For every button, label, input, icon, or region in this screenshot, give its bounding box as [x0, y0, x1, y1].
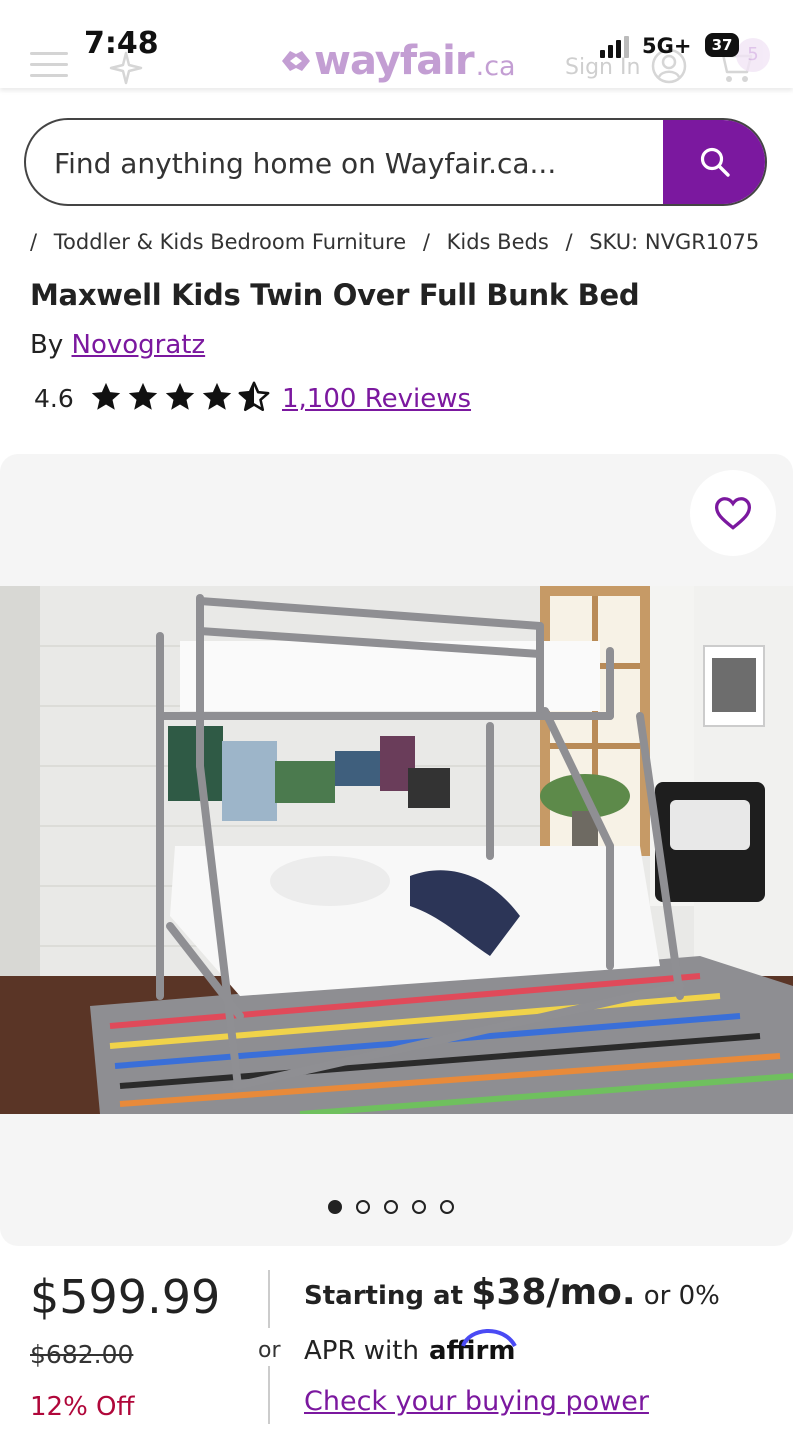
star-full-icon: [165, 382, 195, 410]
monthly-price: $38/mo.: [471, 1272, 636, 1313]
carousel-dot[interactable]: [412, 1200, 426, 1214]
carousel-dot[interactable]: [384, 1200, 398, 1214]
cart-count-badge: 5: [736, 38, 770, 72]
carousel-dots: [328, 1200, 454, 1214]
by-label: By: [30, 330, 64, 360]
search-button[interactable]: [663, 120, 765, 204]
breadcrumb: / Toddler & Kids Bedroom Furniture / Kid…: [30, 230, 759, 254]
breadcrumb-item-kids-bedroom[interactable]: Toddler & Kids Bedroom Furniture: [54, 230, 406, 254]
breadcrumb-item-kids-beds[interactable]: Kids Beds: [447, 230, 549, 254]
brand-line: By Novogratz: [30, 330, 205, 360]
buying-power-link[interactable]: Check your buying power: [304, 1386, 649, 1417]
current-price: $599.99: [30, 1270, 221, 1324]
or-zero-label: or 0%: [643, 1281, 720, 1311]
divider: [268, 1270, 270, 1328]
wayfair-logo[interactable]: wayfair .ca: [278, 38, 516, 84]
star-full-icon: [128, 382, 158, 410]
breadcrumb-separator: /: [422, 230, 430, 254]
or-label: or: [258, 1338, 281, 1363]
breadcrumb-separator: /: [565, 230, 573, 254]
product-title: Maxwell Kids Twin Over Full Bunk Bed: [30, 278, 640, 312]
apr-line: APR with affirm: [304, 1329, 517, 1366]
search-icon: [700, 147, 730, 177]
heart-icon: [714, 497, 752, 530]
battery-icon: 37: [705, 33, 739, 57]
top-header: wayfair .ca Sign In 5 7:48 5G+ 37: [0, 0, 793, 88]
star-full-icon: [91, 382, 121, 410]
network-type: 5G+: [642, 34, 692, 58]
apr-label: APR with: [304, 1336, 419, 1366]
breadcrumb-sku: SKU: NVGR1075: [589, 230, 760, 254]
discount-label: 12% Off: [30, 1392, 135, 1422]
rating-value: 4.6: [34, 384, 74, 413]
brand-link[interactable]: Novogratz: [72, 330, 206, 360]
favorite-button[interactable]: [690, 470, 776, 556]
original-price: $682.00: [30, 1340, 134, 1369]
sign-in-link[interactable]: Sign In: [565, 55, 640, 80]
product-image[interactable]: [0, 586, 793, 1114]
star-rating[interactable]: [88, 380, 272, 414]
signal-icon: [600, 36, 630, 58]
search-input[interactable]: [52, 138, 676, 188]
search-bar: [24, 118, 767, 206]
logo-tld: .ca: [475, 50, 516, 82]
carousel-dot[interactable]: [356, 1200, 370, 1214]
menu-icon[interactable]: [30, 52, 68, 78]
carousel-dot[interactable]: [328, 1200, 342, 1214]
status-time: 7:48: [84, 26, 159, 61]
starting-label: Starting at: [304, 1281, 464, 1311]
breadcrumb-separator: /: [30, 230, 38, 254]
affirm-logo: affirm: [429, 1329, 517, 1366]
wayfair-logo-icon: [282, 51, 310, 71]
logo-word: wayfair: [314, 38, 475, 84]
carousel-dot[interactable]: [440, 1200, 454, 1214]
financing-line: Starting at $38/mo. or 0%: [304, 1272, 720, 1313]
affirm-arc-icon: [461, 1329, 517, 1348]
divider: [268, 1366, 270, 1424]
reviews-link[interactable]: 1,100 Reviews: [282, 384, 471, 414]
star-full-icon: [202, 382, 232, 410]
star-half-icon: [238, 381, 270, 412]
